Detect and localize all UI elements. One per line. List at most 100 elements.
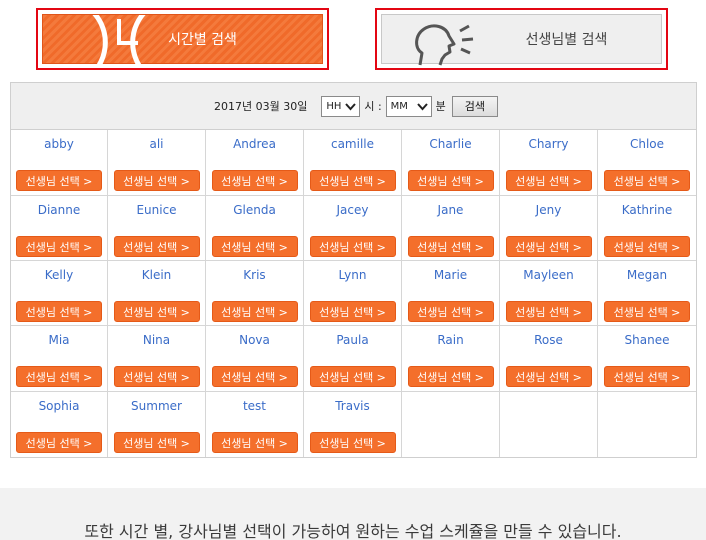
chevron-down-icon <box>416 102 428 110</box>
select-teacher-button[interactable]: 선생님 선택 > <box>505 236 592 257</box>
teacher-cell: Sophia 선생님 선택 > <box>11 392 108 457</box>
select-teacher-button[interactable]: 선생님 선택 > <box>505 170 592 191</box>
teacher-cell: Andrea 선생님 선택 > <box>206 130 304 196</box>
search-button[interactable]: 검색 <box>451 95 499 117</box>
teacher-name[interactable]: Charlie <box>402 137 499 151</box>
select-teacher-button[interactable]: 선생님 선택 > <box>309 170 396 191</box>
teacher-name[interactable]: Summer <box>108 399 205 413</box>
teacher-cell: Travis 선생님 선택 > <box>304 392 402 457</box>
teacher-cell: Mia 선생님 선택 > <box>11 326 108 392</box>
teacher-cell: Jacey 선생님 선택 > <box>304 196 402 261</box>
teacher-name[interactable]: Andrea <box>206 137 303 151</box>
teacher-cell: Charry 선생님 선택 > <box>500 130 598 196</box>
select-teacher-button[interactable]: 선생님 선택 > <box>211 236 298 257</box>
teacher-cell: Jeny 선생님 선택 > <box>500 196 598 261</box>
select-teacher-button[interactable]: 선생님 선택 > <box>113 170 200 191</box>
teacher-cell: Rose 선생님 선택 > <box>500 326 598 392</box>
select-teacher-button[interactable]: 선생님 선택 > <box>309 432 396 453</box>
clock-icon <box>92 15 146 67</box>
select-teacher-button[interactable]: 선생님 선택 > <box>16 236 102 257</box>
select-teacher-button[interactable]: 선생님 선택 > <box>309 236 396 257</box>
select-teacher-button[interactable]: 선생님 선택 > <box>113 432 200 453</box>
teacher-name[interactable]: test <box>206 399 303 413</box>
select-teacher-button[interactable]: 선생님 선택 > <box>16 301 102 322</box>
hour-select-value: HH <box>326 100 342 112</box>
minute-select[interactable]: MM <box>385 95 432 117</box>
date-label: 2017년 03월 30일 <box>214 100 308 113</box>
teacher-search-tab-frame: 선생님별 검색 <box>375 8 668 70</box>
teacher-name[interactable]: Shanee <box>598 333 696 347</box>
select-teacher-button[interactable]: 선생님 선택 > <box>211 366 298 387</box>
empty-cell <box>402 392 500 457</box>
select-teacher-button[interactable]: 선생님 선택 > <box>407 170 494 191</box>
hour-unit-label: 시 : <box>364 100 382 113</box>
teacher-name[interactable]: Mayleen <box>500 268 597 282</box>
select-teacher-button[interactable]: 선생님 선택 > <box>407 301 494 322</box>
select-teacher-button[interactable]: 선생님 선택 > <box>113 236 200 257</box>
teacher-name[interactable]: Jacey <box>304 203 401 217</box>
teacher-name[interactable]: Mia <box>11 333 107 347</box>
empty-cell <box>598 392 696 457</box>
speaking-person-icon <box>415 24 474 66</box>
select-teacher-button[interactable]: 선생님 선택 > <box>604 236 690 257</box>
teacher-name[interactable]: Eunice <box>108 203 205 217</box>
teacher-name[interactable]: Nina <box>108 333 205 347</box>
select-teacher-button[interactable]: 선생님 선택 > <box>604 170 690 191</box>
select-teacher-button[interactable]: 선생님 선택 > <box>407 236 494 257</box>
select-teacher-button[interactable]: 선생님 선택 > <box>604 301 690 322</box>
teacher-name[interactable]: Chloe <box>598 137 696 151</box>
select-teacher-button[interactable]: 선생님 선택 > <box>113 366 200 387</box>
teacher-name[interactable]: Nova <box>206 333 303 347</box>
teacher-cell: Nova 선생님 선택 > <box>206 326 304 392</box>
select-teacher-button[interactable]: 선생님 선택 > <box>505 301 592 322</box>
teacher-name[interactable]: camille <box>304 137 401 151</box>
teacher-name[interactable]: Jeny <box>500 203 597 217</box>
teacher-name[interactable]: Jane <box>402 203 499 217</box>
teacher-name[interactable]: Paula <box>304 333 401 347</box>
select-teacher-button[interactable]: 선생님 선택 > <box>211 432 298 453</box>
teacher-name[interactable]: Klein <box>108 268 205 282</box>
select-teacher-button[interactable]: 선생님 선택 > <box>16 432 102 453</box>
teacher-name[interactable]: Kathrine <box>598 203 696 217</box>
select-teacher-button[interactable]: 선생님 선택 > <box>604 366 690 387</box>
teacher-cell: Kathrine 선생님 선택 > <box>598 196 696 261</box>
select-teacher-button[interactable]: 선생님 선택 > <box>113 301 200 322</box>
select-teacher-button[interactable]: 선생님 선택 > <box>211 301 298 322</box>
select-teacher-button[interactable]: 선생님 선택 > <box>309 366 396 387</box>
teacher-cell: Marie 선생님 선택 > <box>402 261 500 326</box>
teacher-cell: Chloe 선생님 선택 > <box>598 130 696 196</box>
teacher-cell: Summer 선생님 선택 > <box>108 392 206 457</box>
teacher-name[interactable]: Dianne <box>11 203 107 217</box>
teacher-name[interactable]: Kris <box>206 268 303 282</box>
teacher-name[interactable]: Lynn <box>304 268 401 282</box>
hour-select[interactable]: HH <box>321 95 361 117</box>
teacher-name[interactable]: Rain <box>402 333 499 347</box>
teacher-name[interactable]: Travis <box>304 399 401 413</box>
teacher-search-tab[interactable]: 선생님별 검색 <box>381 14 662 66</box>
teacher-cell: Klein 선생님 선택 > <box>108 261 206 326</box>
teacher-name[interactable]: abby <box>11 137 107 151</box>
minute-select-value: MM <box>390 100 408 112</box>
empty-cell <box>500 392 598 457</box>
select-teacher-button[interactable]: 선생님 선택 > <box>211 170 298 191</box>
time-search-tab[interactable]: 시간별 검색 <box>42 14 323 67</box>
select-teacher-button[interactable]: 선생님 선택 > <box>16 366 102 387</box>
teacher-name[interactable]: Marie <box>402 268 499 282</box>
teacher-name[interactable]: Rose <box>500 333 597 347</box>
minute-unit-label: 분 <box>435 100 446 113</box>
teacher-name[interactable]: Kelly <box>11 268 107 282</box>
teacher-name[interactable]: Charry <box>500 137 597 151</box>
select-teacher-button[interactable]: 선생님 선택 > <box>407 366 494 387</box>
teacher-cell: Glenda 선생님 선택 > <box>206 196 304 261</box>
footer-caption: 또한 시간 별, 강사님별 선택이 가능하여 원하는 수업 스케쥴을 만들 수 … <box>84 522 622 540</box>
teacher-name[interactable]: ali <box>108 137 205 151</box>
select-teacher-button[interactable]: 선생님 선택 > <box>505 366 592 387</box>
select-teacher-button[interactable]: 선생님 선택 > <box>309 301 396 322</box>
select-teacher-button[interactable]: 선생님 선택 > <box>16 170 102 191</box>
teacher-name[interactable]: Glenda <box>206 203 303 217</box>
teacher-name[interactable]: Sophia <box>11 399 107 413</box>
teacher-cell: abby 선생님 선택 > <box>11 130 108 196</box>
teacher-cell: Lynn 선생님 선택 > <box>304 261 402 326</box>
teacher-cell: Paula 선생님 선택 > <box>304 326 402 392</box>
teacher-name[interactable]: Megan <box>598 268 696 282</box>
